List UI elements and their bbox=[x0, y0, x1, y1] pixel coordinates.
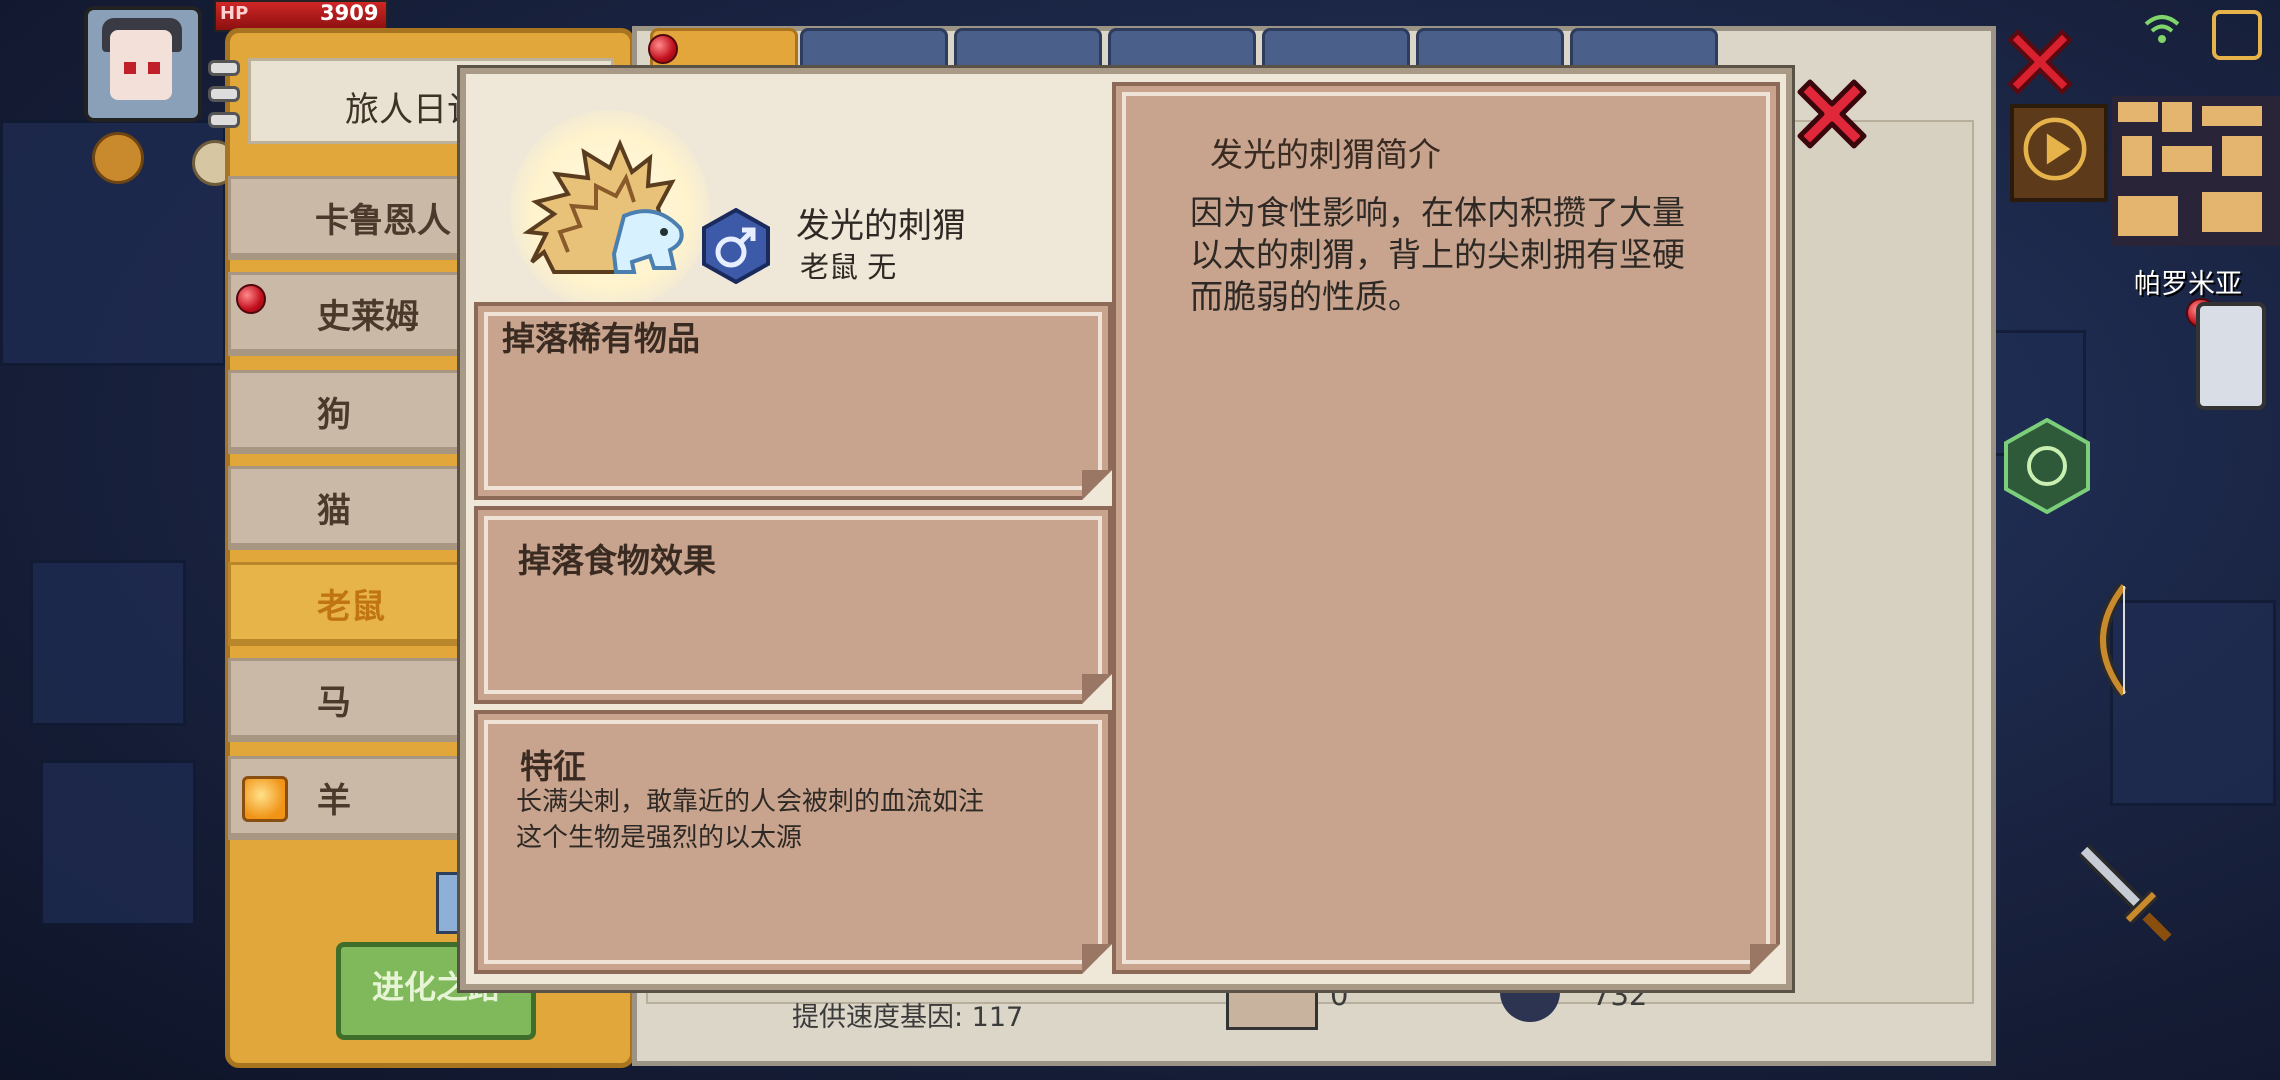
player-avatar[interactable] bbox=[84, 6, 202, 122]
description-line: 因为食性影响，在体内积攒了大量 bbox=[1190, 193, 1685, 232]
creature-portrait bbox=[510, 110, 710, 310]
trait-title: 特征 bbox=[520, 747, 586, 786]
description-card: 发光的刺猬简介 因为食性影响，在体内积攒了大量 以太的刺猬，背上的尖刺拥有坚硬 … bbox=[1112, 82, 1780, 974]
category-label: 狗 bbox=[317, 395, 351, 435]
sword-icon[interactable] bbox=[2070, 840, 2180, 950]
page-fold bbox=[1082, 944, 1112, 974]
close-icon[interactable] bbox=[2000, 22, 2080, 102]
description-title: 发光的刺猬简介 bbox=[1210, 135, 1441, 174]
hp-label: HP bbox=[220, 3, 249, 24]
male-icon bbox=[702, 208, 770, 284]
coin-icon[interactable] bbox=[92, 132, 144, 184]
skill-hex-icon[interactable] bbox=[2004, 418, 2090, 514]
new-alert-icon bbox=[236, 284, 266, 314]
category-label: 猫 bbox=[317, 491, 351, 531]
trait-line: 这个生物是强烈的以太源 bbox=[516, 823, 803, 853]
background-tile bbox=[40, 760, 196, 926]
creature-type: 老鼠 无 bbox=[800, 250, 897, 284]
category-label: 老鼠 bbox=[317, 587, 385, 627]
minimap[interactable] bbox=[2112, 96, 2280, 246]
description-line: 而脆弱的性质。 bbox=[1190, 277, 1421, 316]
category-label: 马 bbox=[317, 683, 351, 723]
play-icon bbox=[2023, 117, 2087, 181]
page-fold bbox=[1750, 944, 1780, 974]
rare-drops-card: 掉落稀有物品 bbox=[474, 302, 1112, 500]
page-fold bbox=[1082, 470, 1112, 500]
speed-gene-stat: 提供速度基因: 117 bbox=[792, 1002, 1024, 1033]
gold-gem-icon bbox=[242, 776, 288, 822]
wifi-icon bbox=[2144, 15, 2180, 43]
play-button[interactable] bbox=[2010, 104, 2108, 202]
category-label: 羊 bbox=[317, 781, 351, 821]
food-effect-card: 掉落食物效果 bbox=[474, 506, 1112, 704]
background-tile bbox=[30, 560, 186, 726]
hp-value: 3909 bbox=[320, 1, 379, 25]
game-screen: HP 3909 旅人日记 卡鲁恩人 史莱姆 狗 猫 老鼠 马 羊 进化之路 提供… bbox=[0, 0, 2280, 1080]
location-name: 帕罗米亚 bbox=[2134, 269, 2242, 300]
creature-name: 发光的刺猬 bbox=[796, 206, 966, 246]
binder-rings bbox=[208, 60, 240, 140]
trait-line: 长满尖刺，敢靠近的人会被刺的血流如注 bbox=[516, 787, 985, 817]
fullscreen-icon[interactable] bbox=[2212, 10, 2262, 60]
phone-icon[interactable] bbox=[2196, 302, 2266, 410]
close-icon[interactable] bbox=[1790, 72, 1874, 156]
category-label: 史莱姆 bbox=[317, 297, 419, 337]
rare-drops-title: 掉落稀有物品 bbox=[502, 319, 700, 358]
new-alert-icon bbox=[648, 34, 678, 64]
category-label: 卡鲁恩人 bbox=[315, 201, 451, 241]
description-line: 以太的刺猬，背上的尖刺拥有坚硬 bbox=[1190, 235, 1685, 274]
bow-icon[interactable] bbox=[2074, 580, 2144, 700]
trait-card: 特征 长满尖刺，敢靠近的人会被刺的血流如注 这个生物是强烈的以太源 bbox=[474, 710, 1112, 974]
food-effect-title: 掉落食物效果 bbox=[518, 541, 716, 580]
page-fold bbox=[1082, 674, 1112, 704]
hedgehog-icon bbox=[522, 138, 684, 274]
